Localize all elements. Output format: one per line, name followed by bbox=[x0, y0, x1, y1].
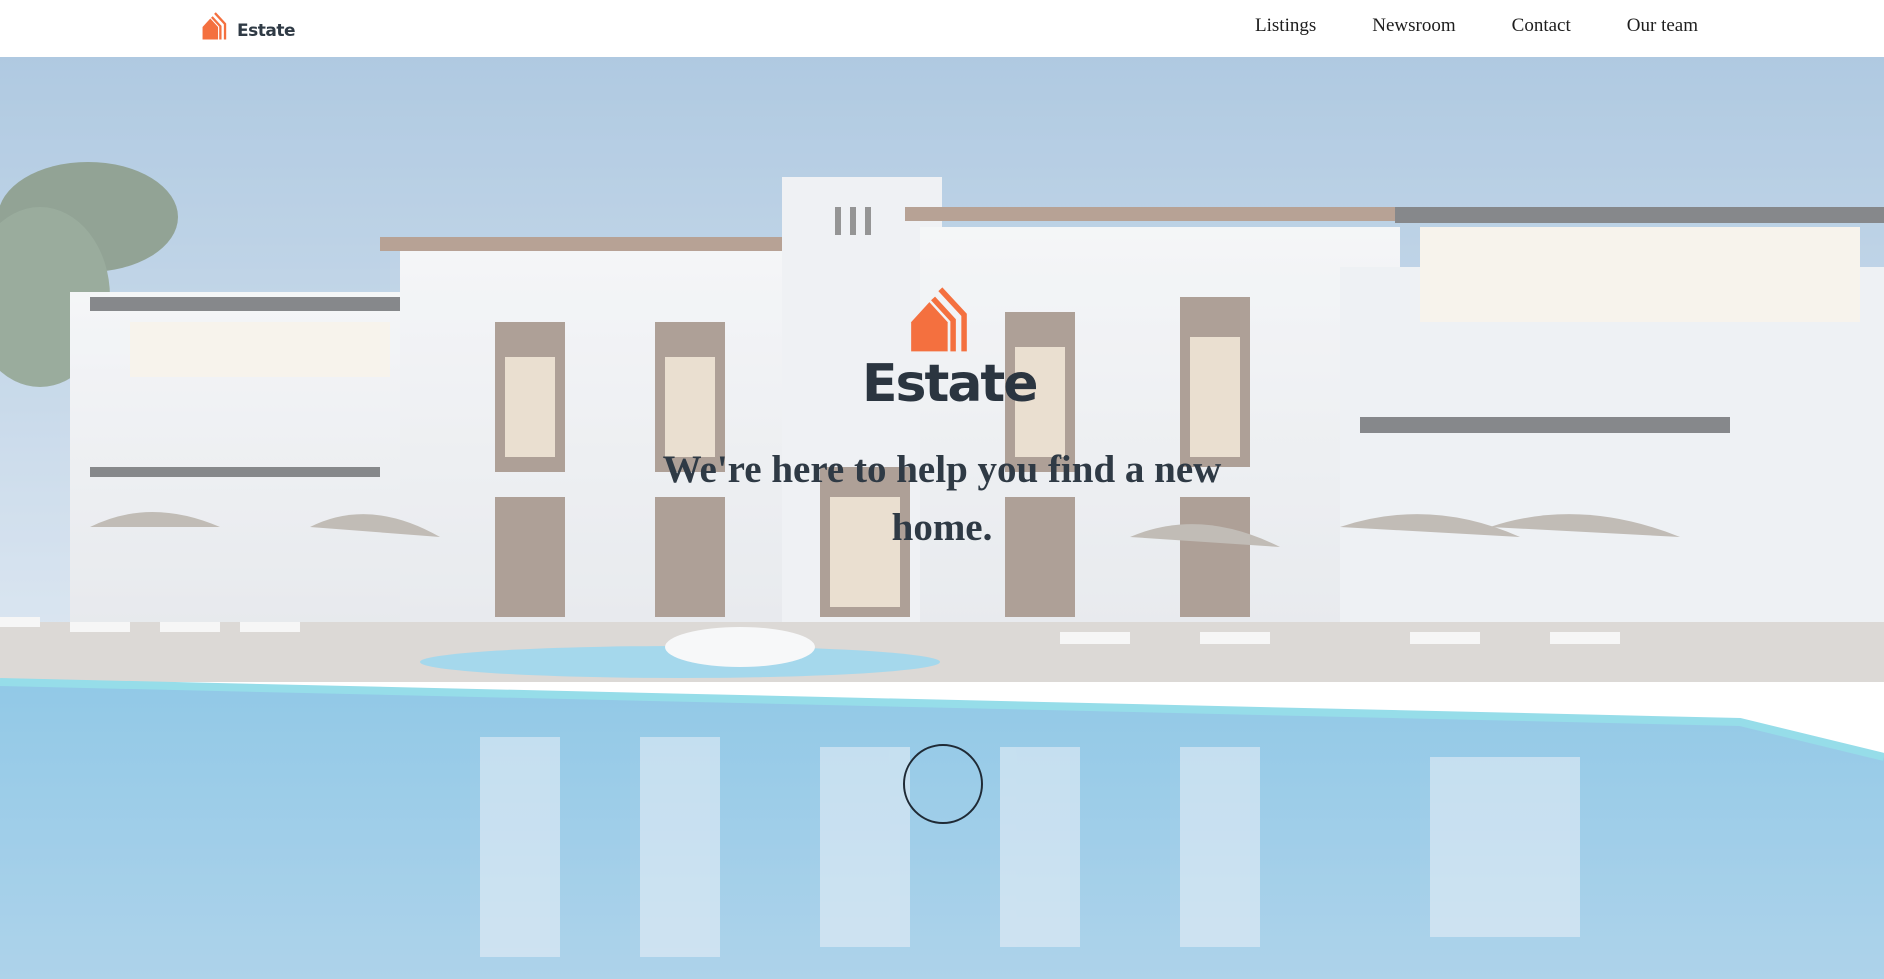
site-header: Estate Listings Newsroom Contact Our tea… bbox=[0, 0, 1884, 57]
brand-name: Estate bbox=[237, 21, 296, 41]
hero-logo: Estate bbox=[862, 282, 1039, 414]
hero-logo-name: Estate bbox=[862, 354, 1039, 414]
main-nav: Listings Newsroom Contact Our team bbox=[1199, 14, 1698, 38]
brand-logo-link[interactable]: Estate bbox=[201, 9, 296, 41]
house-icon bbox=[911, 287, 967, 352]
nav-listings-link[interactable]: Listings bbox=[1255, 14, 1316, 38]
hero-section: Estate We're here to help you find a new… bbox=[0, 57, 1884, 979]
house-icon bbox=[202, 12, 227, 40]
hero-tagline: We're here to help you find a new home. bbox=[662, 448, 1222, 549]
nav-newsroom-link[interactable]: Newsroom bbox=[1372, 14, 1455, 38]
nav-contact-link[interactable]: Contact bbox=[1512, 14, 1571, 38]
nav-our-team-link[interactable]: Our team bbox=[1627, 14, 1698, 38]
scroll-down-button[interactable] bbox=[903, 744, 983, 824]
